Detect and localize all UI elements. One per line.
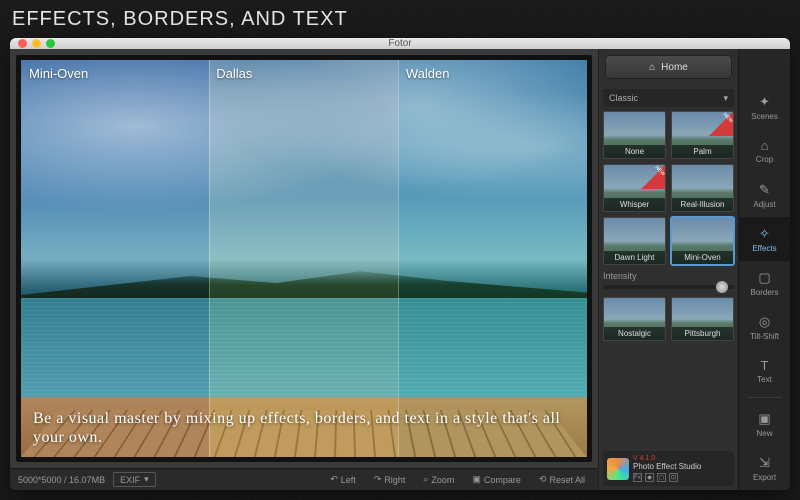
filter-label-1: Mini-Oven: [29, 66, 88, 81]
sidebar-item-borders[interactable]: ▢ Borders: [739, 261, 790, 305]
rotate-left-button[interactable]: ↶Left: [325, 474, 361, 485]
effects-icon: ✧: [759, 226, 770, 242]
adjust-icon: ✎: [759, 182, 770, 198]
sidebar-label: New: [756, 429, 772, 438]
compare-button[interactable]: ▣Compare: [467, 474, 526, 485]
effect-category-row[interactable]: Classic ▾: [603, 89, 734, 107]
effect-thumb-dawn-light[interactable]: Dawn Light: [603, 217, 666, 265]
scenes-icon: ✦: [759, 94, 770, 110]
sidebar-label: Crop: [756, 155, 773, 164]
sidebar-label: Export: [753, 473, 776, 482]
new-icon: ▣: [758, 411, 770, 427]
home-button[interactable]: ⌂ Home: [605, 55, 732, 79]
new-badge: [709, 112, 733, 136]
app-window: Fotor Mini-Oven: [10, 38, 790, 490]
reset-all-button[interactable]: ⟲Reset All: [534, 474, 590, 485]
thumb-label: Pittsburgh: [672, 327, 733, 340]
thumb-label: Nostalgic: [604, 327, 665, 340]
effect-thumb-whisper[interactable]: Whisper: [603, 164, 666, 212]
intensity-label: Intensity: [603, 271, 734, 281]
tilt-shift-icon: ◎: [759, 314, 770, 330]
status-bar: 5000*5000 / 16.07MB EXIF▾ ↶Left ↷Right ⌕…: [10, 468, 598, 490]
rotate-left-icon: ↶: [330, 474, 338, 485]
text-icon: T: [761, 358, 769, 373]
image-canvas[interactable]: Mini-Oven Dallas Walden Be a visual mast…: [16, 55, 592, 462]
effects-panel: ⌂ Home Classic ▾ None Palm Whisper Real-Ill…: [598, 49, 738, 490]
effect-thumb-mini-oven[interactable]: Mini-Oven: [671, 217, 734, 265]
frame-icon: ◻: [657, 473, 666, 482]
chevron-down-icon: ▾: [144, 474, 149, 485]
sidebar-item-effects[interactable]: ✧ Effects: [739, 217, 790, 261]
new-badge: [641, 165, 665, 189]
rotate-right-icon: ↷: [374, 474, 382, 485]
sidebar-label: Borders: [750, 288, 778, 297]
exif-button[interactable]: EXIF▾: [113, 472, 156, 487]
export-icon: ⇲: [759, 455, 770, 471]
thumb-label: None: [604, 145, 665, 158]
filter-label-3: Walden: [406, 66, 450, 81]
sidebar-label: Tilt-Shift: [750, 332, 779, 341]
promo-version: V 4.1.0: [633, 455, 701, 462]
thumb-label: Real-Illusion: [672, 198, 733, 211]
intensity-slider[interactable]: [603, 285, 734, 289]
zoom-button[interactable]: ⌕Zoom: [418, 474, 459, 485]
sidebar-item-crop[interactable]: ⌂ Crop: [739, 129, 790, 173]
fx-icon: Fx: [633, 473, 642, 482]
image-icon: ▣: [472, 474, 481, 485]
effect-thumb-real-illusion[interactable]: Real-Illusion: [671, 164, 734, 212]
sidebar-label: Text: [757, 375, 772, 384]
crop-icon: ⌂: [761, 138, 769, 153]
sidebar-label: Scenes: [751, 112, 778, 121]
filter-label-2: Dallas: [216, 66, 252, 81]
home-label: Home: [661, 62, 688, 73]
sidebar-item-scenes[interactable]: ✦ Scenes: [739, 85, 790, 129]
diamond-icon: ◆: [645, 473, 654, 482]
right-sidebar: ✦ Scenes ⌂ Crop ✎ Adjust ✧ Effects ▢ Borders ◎ Tilt…: [738, 49, 790, 490]
page-title: EFFECTS, BORDERS, AND TEXT: [12, 8, 348, 31]
sidebar-item-export[interactable]: ⇲ Export: [739, 446, 790, 490]
borders-icon: ▢: [758, 270, 770, 286]
crop-icon: ⊡: [669, 473, 678, 482]
window-titlebar: Fotor: [10, 38, 790, 49]
effect-thumb-palm[interactable]: Palm: [671, 111, 734, 159]
sidebar-item-tilt-shift[interactable]: ◎ Tilt-Shift: [739, 305, 790, 349]
magnifier-icon: ⌕: [423, 474, 428, 485]
sidebar-label: Effects: [752, 244, 776, 253]
sidebar-item-new[interactable]: ▣ New: [739, 402, 790, 446]
sidebar-separator: [747, 397, 783, 398]
effect-thumb-nostalgic[interactable]: Nostalgic: [603, 297, 666, 341]
effect-thumb-none[interactable]: None: [603, 111, 666, 159]
thumb-label: Dawn Light: [604, 251, 665, 264]
thumb-label: Mini-Oven: [672, 251, 733, 264]
promo-banner[interactable]: V 4.1.0 Photo Effect Studio Fx ◆ ◻ ⊡: [603, 451, 734, 486]
home-icon: ⌂: [649, 62, 655, 73]
reset-icon: ⟲: [539, 474, 547, 485]
sidebar-item-text[interactable]: T Text: [739, 349, 790, 393]
promo-logo-icon: [607, 458, 629, 480]
canvas-column: Mini-Oven Dallas Walden Be a visual mast…: [10, 49, 598, 490]
thumb-label: Palm: [672, 145, 733, 158]
image-dimensions: 5000*5000 / 16.07MB: [18, 475, 105, 485]
effect-thumb-pittsburgh[interactable]: Pittsburgh: [671, 297, 734, 341]
slider-knob[interactable]: [716, 281, 728, 293]
promo-name: Photo Effect Studio: [633, 462, 701, 471]
chevron-down-icon: ▾: [723, 93, 728, 104]
rotate-right-button[interactable]: ↷Right: [369, 474, 411, 485]
overlay-text: Be a visual master by mixing up effects,…: [33, 409, 567, 447]
sidebar-item-adjust[interactable]: ✎ Adjust: [739, 173, 790, 217]
sidebar-label: Adjust: [753, 200, 775, 209]
window-title: Fotor: [10, 38, 790, 49]
thumb-label: Whisper: [604, 198, 665, 211]
